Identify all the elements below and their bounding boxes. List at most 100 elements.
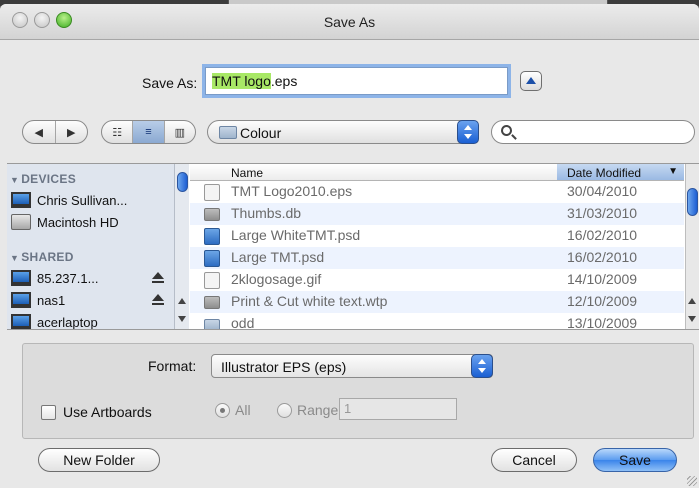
forward-button[interactable]: ▶ <box>56 121 88 143</box>
file-row[interactable]: TMT Logo2010.eps 30/04/2010 <box>190 181 684 203</box>
format-popup[interactable]: Illustrator EPS (eps) <box>211 354 493 378</box>
use-artboards-label: Use Artboards <box>63 404 152 420</box>
format-options-panel: Format: Illustrator EPS (eps) Use Artboa… <box>22 343 694 439</box>
file-date: 31/03/2010 <box>567 205 638 221</box>
sidebar-item-label: nas1 <box>37 292 66 308</box>
folder-icon <box>204 319 220 329</box>
file-browser: ▼ DEVICES Chris Sullivan... Macintosh HD … <box>7 163 699 330</box>
folder-location-label: Colour <box>240 125 282 141</box>
radio-all[interactable] <box>215 402 230 418</box>
file-date: 16/02/2010 <box>567 249 638 265</box>
collapse-browser-button[interactable] <box>520 71 542 91</box>
computer-icon <box>11 192 31 208</box>
file-row[interactable]: Print & Cut white text.wtp 12/10/2009 <box>190 291 684 313</box>
sidebar: ▼ DEVICES Chris Sullivan... Macintosh HD … <box>7 164 174 330</box>
eject-icon[interactable] <box>152 294 164 305</box>
sidebar-item-nas1[interactable]: nas1 <box>11 289 171 311</box>
save-as-label: Save As: <box>142 75 198 91</box>
folder-icon <box>219 126 237 139</box>
file-date: 13/10/2009 <box>567 315 638 330</box>
file-date: 16/02/2010 <box>567 227 638 243</box>
sidebar-item-label: Macintosh HD <box>37 214 119 230</box>
file-row[interactable]: odd 13/10/2009 <box>190 313 684 330</box>
search-icon <box>501 125 512 136</box>
sidebar-scroll-thumb[interactable] <box>177 172 188 192</box>
resize-grip-icon[interactable] <box>687 476 697 486</box>
format-value: Illustrator EPS (eps) <box>221 359 347 375</box>
scroll-down-arrow-icon[interactable] <box>688 316 696 322</box>
psd-file-icon <box>204 250 220 267</box>
file-name: Thumbs.db <box>231 205 302 221</box>
hard-drive-icon <box>11 214 31 230</box>
range-field[interactable]: 1 <box>339 398 457 420</box>
browser-toolbar: ◀ ▶ ☷ ≡ ▥ Colour <box>0 120 699 148</box>
file-list-header: Name Date Modified ▼ <box>190 164 684 181</box>
format-label: Format: <box>148 358 197 374</box>
sidebar-item-computer[interactable]: Chris Sullivan... <box>11 189 171 211</box>
filename-extension: .eps <box>270 73 298 89</box>
scroll-down-arrow-icon[interactable] <box>178 316 186 322</box>
back-forward-control: ◀ ▶ <box>22 120 88 144</box>
back-button[interactable]: ◀ <box>23 121 56 143</box>
network-computer-icon <box>11 270 31 286</box>
cancel-button[interactable]: Cancel <box>491 448 577 472</box>
devices-heading[interactable]: ▼ DEVICES <box>10 172 76 186</box>
file-row[interactable]: 2klogosage.gif 14/10/2009 <box>190 269 684 291</box>
file-date: 12/10/2009 <box>567 293 638 309</box>
use-artboards-checkbox[interactable] <box>41 404 56 420</box>
save-button[interactable]: Save <box>593 448 677 472</box>
file-row[interactable]: Large WhiteTMT.psd 16/02/2010 <box>190 225 684 247</box>
sidebar-item-macintosh-hd[interactable]: Macintosh HD <box>11 211 171 233</box>
sidebar-item-acerlaptop[interactable]: acerlaptop <box>11 311 171 330</box>
icon-view-button[interactable]: ☷ <box>102 121 134 143</box>
radio-range-option[interactable]: Range: <box>277 402 342 418</box>
network-computer-icon <box>11 314 31 329</box>
file-name: Print & Cut white text.wtp <box>231 293 388 309</box>
use-artboards-option[interactable]: Use Artboards <box>41 402 152 422</box>
folder-location-popup[interactable]: Colour <box>207 120 479 144</box>
disclosure-triangle-icon: ▼ <box>10 175 20 185</box>
db-file-icon <box>204 208 220 221</box>
file-date: 14/10/2009 <box>567 271 638 287</box>
search-field[interactable] <box>491 120 695 144</box>
radio-range[interactable] <box>277 402 292 418</box>
file-name: Large TMT.psd <box>231 249 325 265</box>
wtp-file-icon <box>204 296 220 309</box>
radio-all-option[interactable]: All <box>215 402 251 418</box>
file-list-scrollbar[interactable] <box>685 164 699 329</box>
view-mode-control: ☷ ≡ ▥ <box>101 120 196 144</box>
file-name: odd <box>231 315 255 330</box>
scroll-up-arrow-icon[interactable] <box>688 298 696 304</box>
file-row[interactable]: Thumbs.db 31/03/2010 <box>190 203 684 225</box>
sidebar-item-label: Chris Sullivan... <box>37 192 128 208</box>
column-header-date-modified[interactable]: Date Modified ▼ <box>557 164 684 180</box>
filename-selected-text: TMT logo <box>212 73 271 89</box>
scroll-up-arrow-icon[interactable] <box>178 298 186 304</box>
file-row[interactable]: Large TMT.psd 16/02/2010 <box>190 247 684 269</box>
file-list: Name Date Modified ▼ TMT Logo2010.eps 30/… <box>190 164 684 330</box>
popup-arrows-icon <box>457 120 479 144</box>
window-title: Save As <box>323 14 376 30</box>
filename-input[interactable]: TMT logo.eps <box>205 67 508 95</box>
file-name: TMT Logo2010.eps <box>231 183 353 199</box>
file-list-scroll-thumb[interactable] <box>687 188 698 216</box>
list-view-button[interactable]: ≡ <box>133 121 165 143</box>
save-as-row: Save As: TMT logo.eps <box>0 66 699 96</box>
new-folder-button[interactable]: New Folder <box>38 448 160 472</box>
shared-heading[interactable]: ▼ SHARED <box>10 250 74 264</box>
eject-icon[interactable] <box>152 272 164 283</box>
column-view-button[interactable]: ▥ <box>165 121 195 143</box>
sidebar-item-network-share[interactable]: 85.237.1... <box>11 267 171 289</box>
column-header-name[interactable]: Name <box>231 166 263 180</box>
psd-file-icon <box>204 228 220 245</box>
disclosure-triangle-icon: ▼ <box>10 253 20 263</box>
radio-range-label: Range: <box>297 402 343 418</box>
sidebar-item-label: acerlaptop <box>37 314 98 330</box>
save-as-dialog: Save As Save As: TMT logo.eps ◀ ▶ ☷ ≡ ▥ … <box>0 4 699 488</box>
sidebar-item-label: 85.237.1... <box>37 270 99 286</box>
titlebar: Save As <box>0 4 699 40</box>
gif-file-icon <box>204 272 220 289</box>
file-name: 2klogosage.gif <box>231 271 322 287</box>
sidebar-scrollbar[interactable] <box>174 164 189 329</box>
popup-arrows-icon <box>471 354 493 378</box>
